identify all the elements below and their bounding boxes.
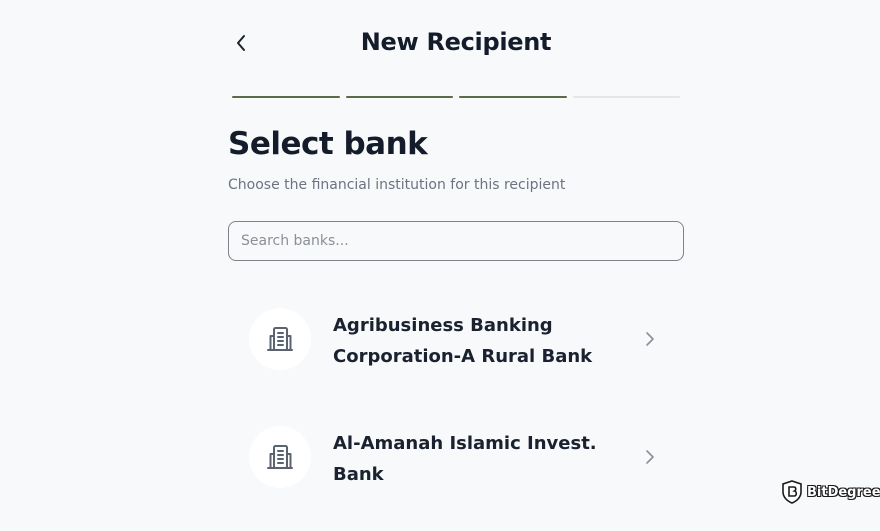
progress-step-4 <box>572 96 680 98</box>
bank-name: Agribusiness Banking Corporation-A Rural… <box>333 315 593 367</box>
bitdegree-watermark: BitDegree <box>781 480 880 504</box>
progress-step-2 <box>345 96 453 98</box>
bank-building-icon <box>267 445 293 469</box>
bank-name: Al-Amanah Islamic Invest. Bank <box>333 433 597 485</box>
bank-list: Agribusiness Banking Corporation-A Rural… <box>228 295 684 531</box>
bank-list-item[interactable]: Al-Amanah Islamic Invest. Bank <box>228 413 684 531</box>
bank-building-icon <box>267 327 293 351</box>
section-subtitle: Choose the financial institution for thi… <box>228 177 566 193</box>
page-title: New Recipient <box>360 28 552 56</box>
section-heading: Select bank <box>228 126 428 162</box>
progress-indicator <box>232 96 680 99</box>
chevron-right-icon <box>642 447 658 467</box>
progress-step-1 <box>232 96 340 98</box>
chevron-right-icon <box>642 329 658 349</box>
bitdegree-logo-icon <box>782 480 802 504</box>
bank-avatar <box>249 426 311 488</box>
progress-step-3 <box>459 96 567 98</box>
search-banks-input[interactable] <box>228 221 684 261</box>
bank-avatar <box>249 308 311 370</box>
bank-list-item[interactable]: Agribusiness Banking Corporation-A Rural… <box>228 295 684 413</box>
watermark-text: BitDegree <box>807 484 880 500</box>
